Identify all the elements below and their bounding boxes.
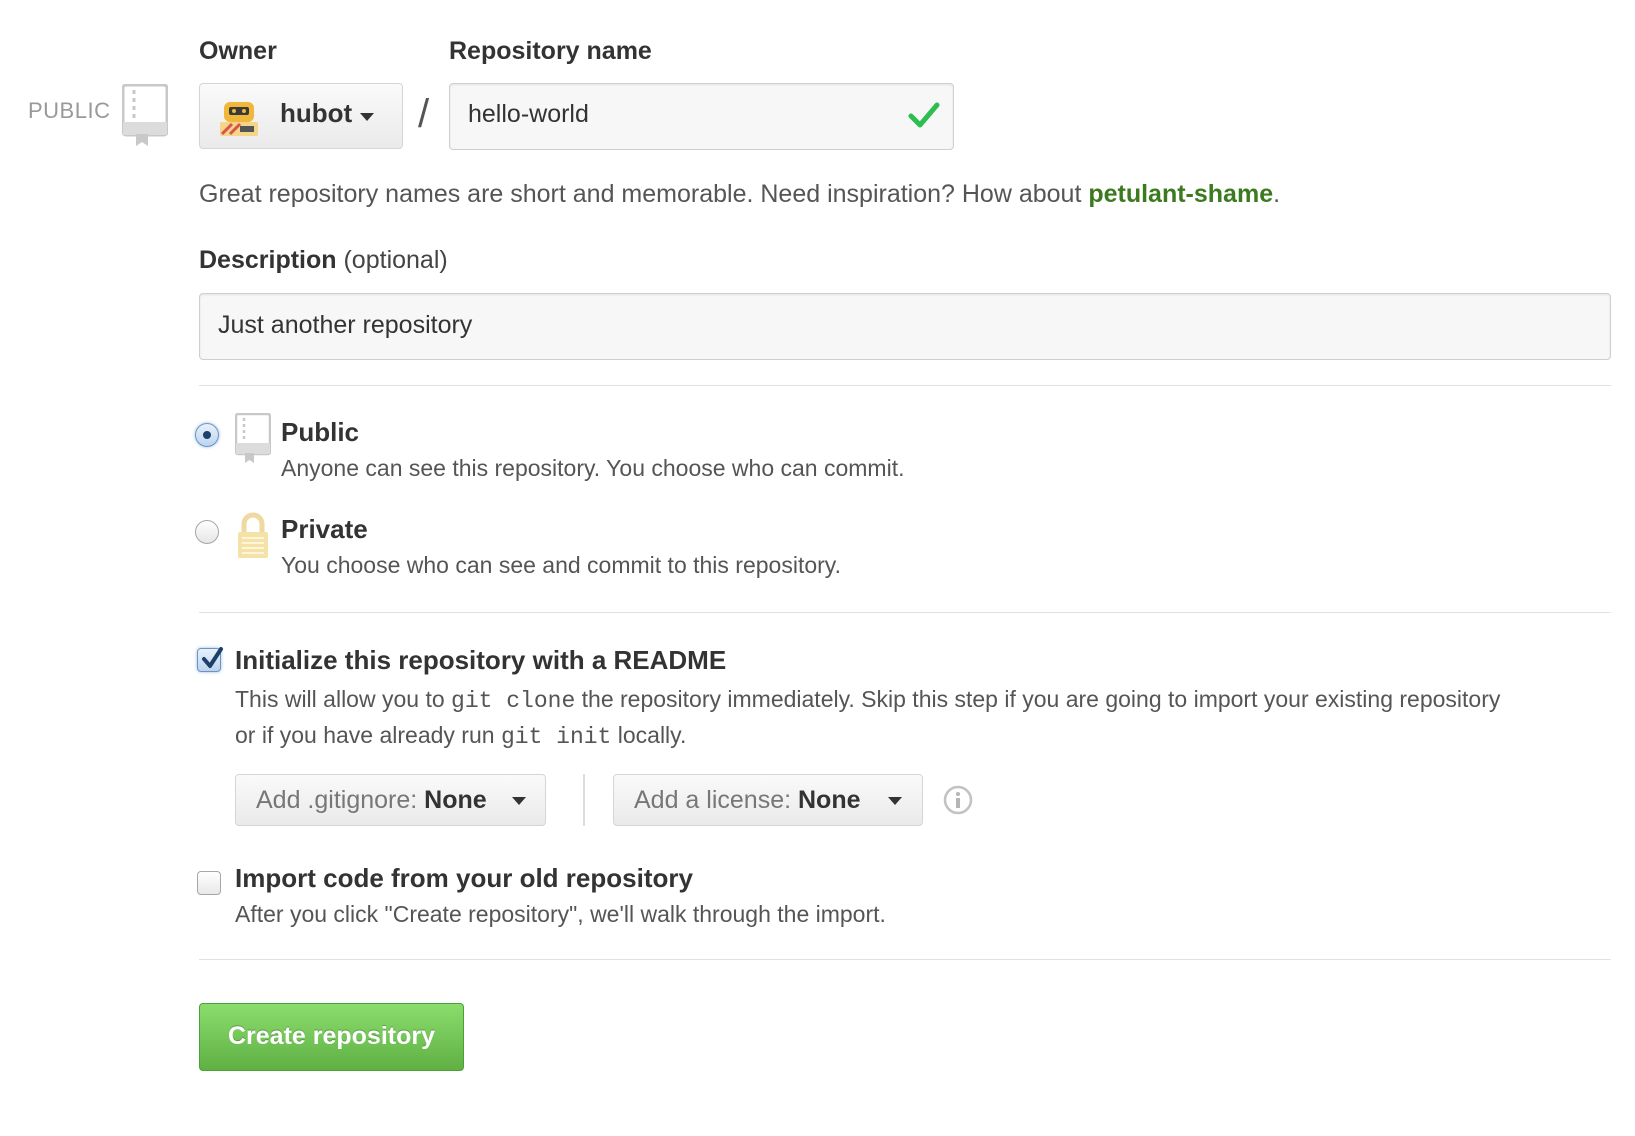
name-suggestion-link[interactable]: petulant-shame [1088,180,1273,208]
hubot-avatar-icon [218,98,260,138]
public-option-title: Public [281,417,360,447]
init-readme-title: Initialize this repository with a README [235,645,727,675]
owner-name: hubot [280,98,353,128]
gitignore-select[interactable]: Add .gitignore: None [235,774,546,826]
owner-repo-separator: / [418,92,430,136]
repo-name-label: Repository name [449,37,652,65]
description-label-text: Description [199,246,337,274]
import-code-title: Import code from your old repository [235,863,693,893]
divider [199,959,1611,960]
hint-text: Great repository names are short and mem… [199,180,1089,208]
private-option-desc: You choose who can see and commit to thi… [281,552,841,578]
chevron-down-icon [360,113,374,121]
readme-desc-part: This will allow you to [235,686,452,712]
visibility-private-radio[interactable] [195,520,219,544]
description-input[interactable]: Just another repository [199,293,1611,360]
checkmark-icon [202,647,223,668]
git-init-code: git init [500,724,612,750]
import-code-checkbox[interactable] [197,871,221,895]
visibility-public-radio[interactable] [195,423,219,447]
visibility-badge: PUBLIC [28,98,111,123]
optional-note: (optional) [343,246,448,274]
select-separator [583,774,585,826]
description-label: Description (optional) [199,246,448,275]
owner-label: Owner [199,37,277,65]
gitignore-prefix: Add .gitignore: [256,786,425,814]
init-readme-desc: This will allow you to git clone the rep… [235,682,1615,754]
repo-name-hint: Great repository names are short and mem… [199,180,1280,209]
divider [199,385,1611,386]
hint-suffix: . [1273,180,1281,208]
chevron-down-icon [512,797,526,805]
chevron-down-icon [888,797,902,805]
readme-desc-part: or if you have already run [235,722,501,748]
create-repository-button[interactable]: Create repository [199,1003,464,1071]
license-select[interactable]: Add a license: None [613,774,923,826]
readme-desc-part: locally. [611,722,687,748]
gitignore-value: None [424,786,487,814]
license-prefix: Add a license: [634,786,798,814]
init-readme-checkbox[interactable] [197,647,223,672]
import-code-desc: After you click "Create repository", we'… [235,901,886,927]
valid-check-icon [908,101,940,129]
private-option-title: Private [281,514,368,544]
info-icon[interactable] [943,785,973,815]
license-value: None [798,786,861,814]
lock-icon [236,512,270,560]
public-repo-icon [234,412,272,465]
owner-select[interactable]: hubot [199,83,403,149]
repo-book-icon [121,83,169,148]
public-option-desc: Anyone can see this repository. You choo… [281,455,905,481]
git-clone-code: git clone [451,688,576,714]
readme-desc-part: the repository immediately. Skip this st… [575,686,1501,712]
repo-name-input[interactable]: hello-world [449,83,954,150]
divider [199,612,1611,613]
